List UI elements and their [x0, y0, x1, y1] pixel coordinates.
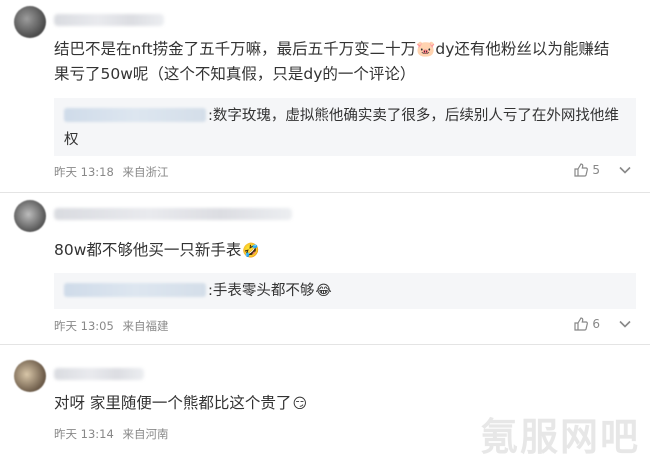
comment-time: 昨天 13:05 — [54, 319, 114, 333]
comment-location: 来自河南 — [122, 427, 169, 441]
avatar[interactable] — [14, 6, 46, 38]
avatar[interactable] — [14, 200, 46, 232]
comment-meta: 昨天 13:18 来自浙江 — [54, 164, 173, 180]
reply-text: :手表零头都不够 — [208, 283, 315, 299]
comment-text: 结巴不是在nft捞金了五千万嘛，最后五千万变二十万🐷dy还有他粉丝以为能赚结果亏… — [54, 40, 610, 83]
avatar[interactable] — [14, 360, 46, 392]
username-blurred[interactable] — [54, 208, 292, 220]
like-count: 5 — [592, 163, 600, 177]
username-blurred[interactable] — [54, 368, 144, 380]
reply-box[interactable]: :数字玫瑰，虚拟熊他确实卖了很多，后续别人亏了在外网找他维权 — [54, 98, 636, 156]
reply-box[interactable]: :手表零头都不够😂 — [54, 273, 636, 309]
comment-actions: 5 — [573, 162, 632, 178]
comment-time: 昨天 13:18 — [54, 165, 114, 179]
reply-username-blurred[interactable] — [64, 283, 206, 297]
comment-location: 来自浙江 — [122, 165, 169, 179]
reply-username-blurred[interactable] — [64, 108, 206, 122]
divider — [0, 344, 650, 345]
chevron-down-icon[interactable] — [618, 163, 632, 177]
thumbs-up-icon[interactable] — [573, 316, 589, 332]
watermark: 氪服网吧 — [479, 415, 640, 459]
chevron-down-icon[interactable] — [618, 317, 632, 331]
comment-actions: 6 — [573, 316, 632, 332]
comment-meta: 昨天 13:14 来自河南 — [54, 426, 173, 442]
divider — [0, 192, 650, 193]
comment-location: 来自福建 — [122, 319, 169, 333]
laughing-emoji-icon: 🤣 — [242, 243, 260, 259]
comment-time: 昨天 13:14 — [54, 427, 114, 441]
smirk-emoji-icon: 😏 — [292, 396, 308, 412]
comment-text: 80w都不够他买一只新手表🤣 — [54, 238, 624, 264]
username-blurred[interactable] — [54, 14, 164, 26]
laughing-emoji-icon: 😂 — [315, 283, 332, 299]
comment-meta: 昨天 13:05 来自福建 — [54, 318, 173, 334]
thumbs-up-icon[interactable] — [573, 162, 589, 178]
like-count: 6 — [592, 317, 600, 331]
